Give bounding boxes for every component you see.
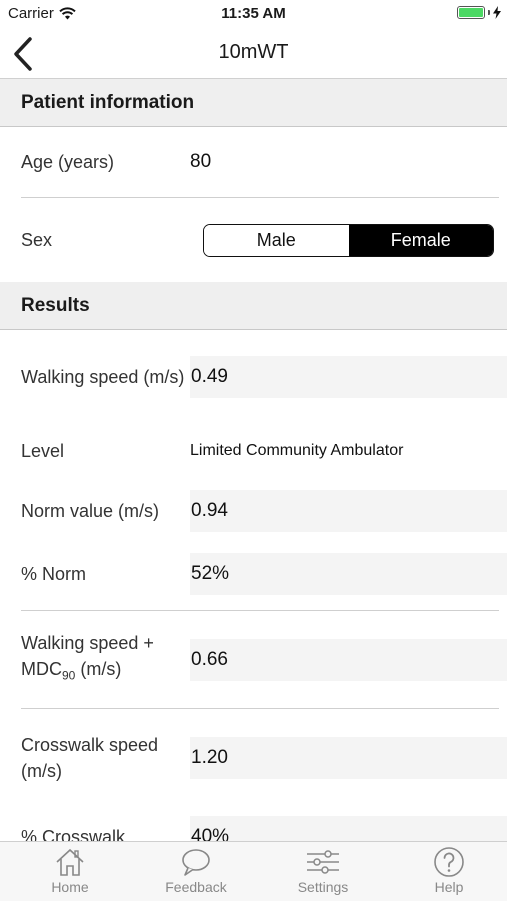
sex-segmented-control[interactable]: Male Female bbox=[203, 224, 494, 257]
tab-home-label: Home bbox=[51, 879, 89, 895]
sex-option-female[interactable]: Female bbox=[348, 225, 493, 256]
clock: 11:35 AM bbox=[221, 5, 286, 22]
settings-icon bbox=[307, 850, 339, 874]
level-value: Limited Community Ambulator bbox=[190, 442, 404, 459]
results-header: Results bbox=[0, 282, 507, 330]
tab-settings[interactable]: Settings bbox=[268, 846, 378, 895]
help-icon bbox=[434, 847, 464, 877]
mdc-label: Walking speed + MDC90 (m/s) bbox=[0, 630, 191, 689]
feedback-icon bbox=[182, 849, 210, 876]
tab-feedback[interactable]: Feedback bbox=[141, 846, 251, 895]
percent-norm-label: % Norm bbox=[21, 564, 87, 584]
percent-norm-row: % Norm 52% bbox=[0, 544, 507, 604]
norm-value-row: Norm value (m/s) 0.94 bbox=[0, 478, 507, 544]
patient-information-header: Patient information bbox=[0, 79, 507, 127]
status-bar: Carrier 11:35 AM bbox=[0, 0, 507, 28]
tab-settings-label: Settings bbox=[297, 879, 349, 895]
mdc-label-subscript: 90 bbox=[62, 668, 76, 683]
battery-status bbox=[457, 6, 501, 19]
walking-speed-value[interactable]: 0.49 bbox=[190, 356, 507, 398]
norm-value: 0.94 bbox=[190, 490, 507, 532]
battery-tip bbox=[488, 10, 490, 15]
percent-crosswalk-row: % Crosswalk 40% bbox=[0, 807, 507, 841]
level-row: Level Limited Community Ambulator bbox=[0, 424, 507, 478]
page-title: 10mWT bbox=[218, 41, 289, 63]
mdc-row: Walking speed + MDC90 (m/s) 0.66 bbox=[0, 611, 507, 708]
mdc-value: 0.66 bbox=[190, 638, 507, 681]
percent-norm-value: 52% bbox=[190, 553, 507, 595]
walking-speed-label: Walking speed (m/s) bbox=[21, 367, 185, 387]
navigation-bar: 10mWT bbox=[0, 28, 507, 79]
walking-speed-row: Walking speed (m/s) 0.49 bbox=[0, 330, 507, 424]
crosswalk-speed-row: Crosswalk speed (m/s) 1.20 bbox=[0, 709, 507, 807]
tab-bar: Home Feedback Settings Help bbox=[0, 841, 507, 901]
age-row: Age (years) 80 bbox=[0, 127, 507, 197]
crosswalk-speed-value[interactable]: 1.20 bbox=[190, 737, 507, 779]
age-label: Age (years) bbox=[21, 152, 115, 172]
charging-icon bbox=[493, 6, 501, 19]
age-value[interactable]: 80 bbox=[190, 151, 211, 173]
tab-help-label: Help bbox=[434, 879, 464, 895]
percent-crosswalk-value: 40% bbox=[190, 816, 507, 841]
percent-crosswalk-label: % Crosswalk bbox=[21, 827, 126, 841]
battery-icon bbox=[457, 6, 485, 19]
sex-row: Sex Male Female bbox=[0, 198, 507, 282]
sex-label: Sex bbox=[21, 230, 53, 250]
tab-home[interactable]: Home bbox=[15, 846, 125, 895]
mdc-label-suffix: (m/s) bbox=[75, 659, 122, 680]
norm-value-label: Norm value (m/s) bbox=[21, 501, 160, 521]
tab-help[interactable]: Help bbox=[394, 846, 504, 895]
level-label: Level bbox=[21, 441, 65, 461]
crosswalk-speed-label: Crosswalk speed (m/s) bbox=[21, 735, 159, 781]
content-scroll[interactable]: Patient information Age (years) 80 Sex M… bbox=[0, 79, 507, 841]
sex-option-male[interactable]: Male bbox=[204, 225, 349, 256]
tab-feedback-label: Feedback bbox=[165, 879, 227, 895]
home-icon bbox=[56, 848, 84, 876]
